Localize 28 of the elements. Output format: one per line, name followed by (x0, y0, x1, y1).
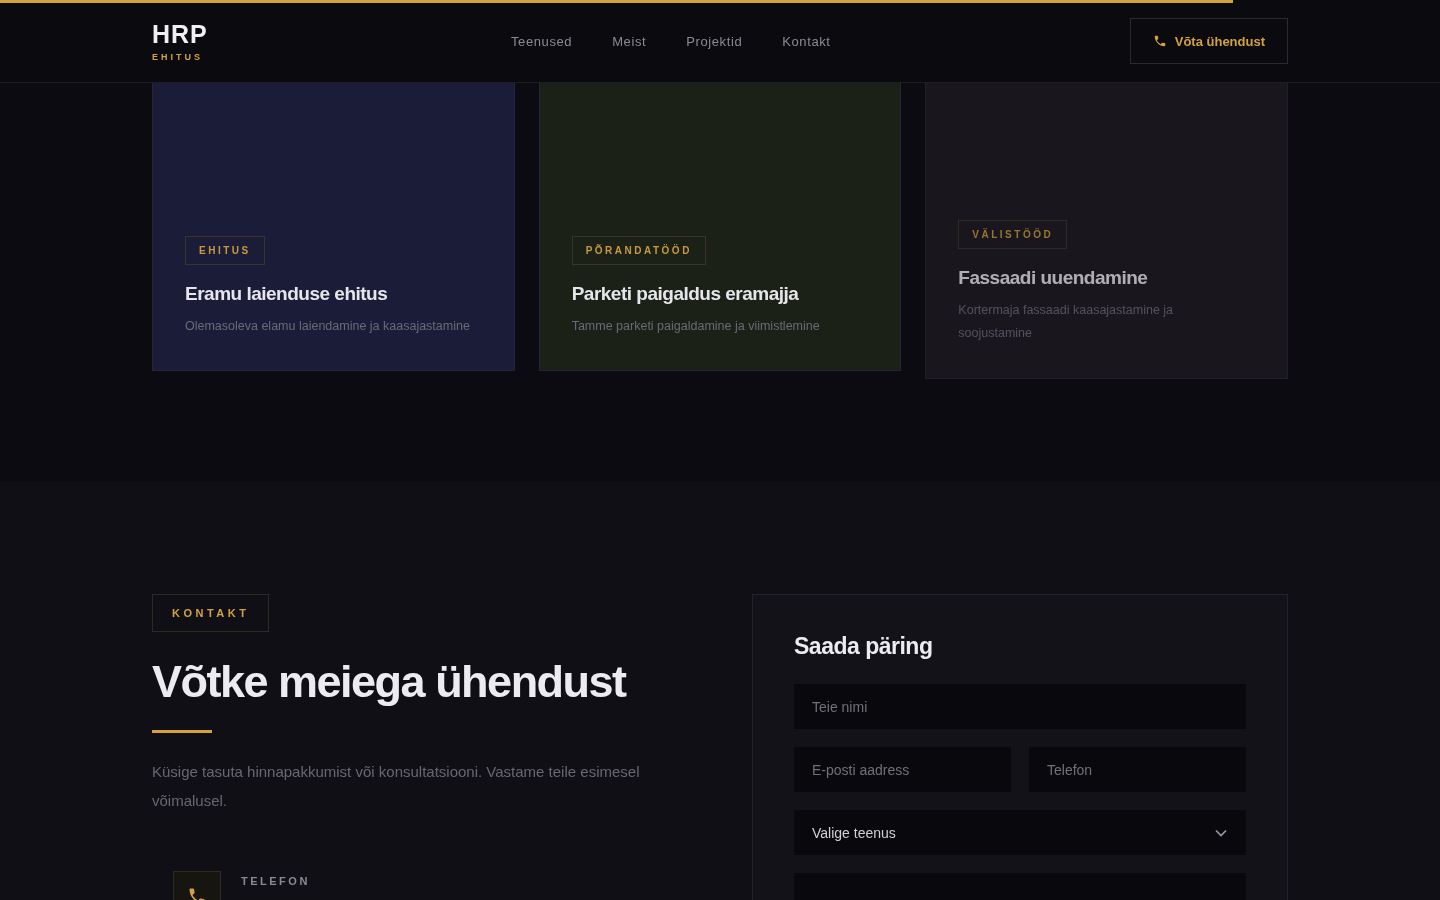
project-card[interactable]: VÄLISTÖÖD Fassaadi uuendamine Kortermaja fassaadi kaasajastamine ja soojustamine (925, 83, 1288, 379)
form-title: Saada päring (794, 633, 934, 660)
nav-link[interactable]: Teenused (511, 33, 573, 49)
logo-text[interactable]: HRP (152, 20, 472, 48)
project-description: Kortermaja fassaadi kaasajastamine ja soojustamine (958, 302, 1175, 342)
contact-button[interactable]: Võta ühendust (1129, 18, 1288, 64)
service-dropdown[interactable]: Valige teenus (794, 810, 1246, 855)
email-field[interactable]: E-posti aadress (794, 747, 1011, 792)
category-tag: PÕRANDATÖÖD (571, 236, 706, 265)
section-description: Küsige tasuta hinnapakkumist või konsultatsiooni. Vastame teile esimesel võimalusel. (152, 762, 641, 811)
nav-link[interactable]: Meist (612, 33, 647, 49)
nav-link[interactable]: Projektid (686, 33, 743, 49)
project-title: Parketi paigaldus eramajja (571, 283, 799, 305)
project-card[interactable]: EHITUS Eramu laienduse ehitus Olemasoleva elamu laiendamine ja kaasajastamine (152, 83, 515, 371)
category-tag: EHITUS (185, 236, 265, 265)
section-heading: Võtke meiega ühendust (152, 656, 626, 708)
nav-link[interactable]: Kontakt (782, 33, 831, 49)
project-description: Olemasoleva elamu laiendamine ja kaasajastamine (185, 318, 470, 335)
name-field[interactable]: Teie nimi (794, 684, 1246, 729)
project-title: Eramu laienduse ehitus (185, 283, 388, 305)
logo-subtitle: EHITUS (152, 52, 204, 62)
project-card[interactable]: PÕRANDATÖÖD Parketi paigaldus eramajja Tamme parketi paigaldamine ja viimistlemine (538, 83, 902, 371)
project-title: Fassaadi uuendamine (958, 267, 1148, 289)
category-tag: VÄLISTÖÖD (958, 220, 1068, 249)
project-description: Tamme parketi paigaldamine ja viimistlemine (571, 318, 820, 335)
phone-field[interactable]: Telefon (1029, 747, 1246, 792)
section-badge: KONTAKT (152, 594, 270, 632)
contact-label: TELEFON (241, 875, 310, 889)
